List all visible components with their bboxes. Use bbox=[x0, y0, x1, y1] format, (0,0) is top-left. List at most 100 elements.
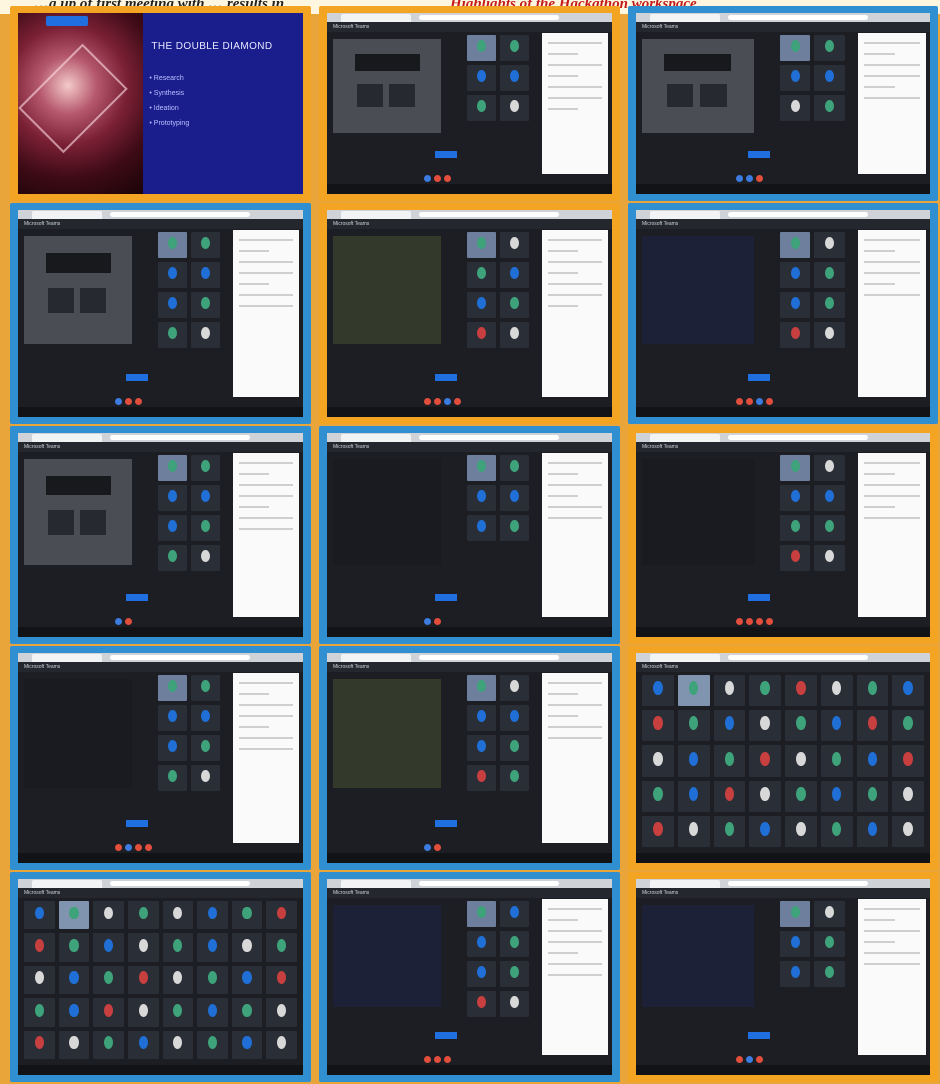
participant-tile[interactable] bbox=[190, 262, 221, 288]
participant-tile[interactable] bbox=[197, 998, 228, 1027]
address-bar[interactable] bbox=[728, 881, 868, 886]
leave-button[interactable] bbox=[134, 398, 142, 405]
leave-button[interactable] bbox=[765, 398, 773, 405]
participant-tile[interactable] bbox=[499, 515, 530, 541]
participant-tile[interactable] bbox=[499, 232, 530, 258]
participant-tile[interactable] bbox=[190, 675, 221, 701]
camera-button[interactable] bbox=[423, 398, 431, 405]
participant-tile[interactable] bbox=[642, 780, 674, 812]
participant-tile[interactable] bbox=[499, 961, 530, 987]
camera-button[interactable] bbox=[423, 1056, 431, 1063]
participant-tile[interactable] bbox=[856, 745, 889, 777]
participant-tile[interactable] bbox=[892, 745, 924, 777]
browser-tab[interactable] bbox=[650, 654, 720, 662]
participant-tile[interactable] bbox=[713, 745, 746, 777]
participant-tile[interactable] bbox=[157, 705, 187, 731]
participant-tile[interactable] bbox=[197, 965, 228, 995]
participant-tile[interactable] bbox=[466, 262, 496, 288]
participant-tile[interactable] bbox=[127, 965, 159, 995]
participant-tile[interactable] bbox=[856, 675, 889, 707]
participant-tile[interactable] bbox=[499, 485, 530, 511]
participant-tile[interactable] bbox=[190, 485, 221, 511]
stop-sharing-button[interactable] bbox=[435, 374, 458, 381]
browser-tab[interactable] bbox=[650, 211, 720, 219]
participant-tile[interactable] bbox=[466, 705, 496, 731]
browser-tab[interactable] bbox=[32, 880, 102, 888]
participant-tile[interactable] bbox=[814, 961, 845, 987]
participant-tile[interactable] bbox=[190, 735, 221, 761]
participant-tile[interactable] bbox=[499, 675, 530, 701]
participant-tile[interactable] bbox=[231, 1030, 263, 1059]
browser-tab[interactable] bbox=[341, 434, 411, 442]
participant-tile[interactable] bbox=[466, 232, 496, 258]
participant-tile[interactable] bbox=[157, 455, 187, 481]
participant-tile[interactable] bbox=[466, 515, 496, 541]
participant-tile[interactable] bbox=[162, 965, 194, 995]
participant-tile[interactable] bbox=[856, 815, 889, 847]
mic-button[interactable] bbox=[433, 1056, 441, 1063]
leave-button[interactable] bbox=[453, 398, 461, 405]
participant-tile[interactable] bbox=[466, 292, 496, 318]
participant-tile[interactable] bbox=[814, 35, 845, 61]
participant-tile[interactable] bbox=[785, 815, 817, 847]
participant-tile[interactable] bbox=[642, 675, 674, 707]
participant-tile[interactable] bbox=[780, 545, 811, 571]
participant-tile[interactable] bbox=[157, 675, 187, 701]
participant-tile[interactable] bbox=[466, 485, 496, 511]
mic-button[interactable] bbox=[433, 844, 441, 851]
participant-tile[interactable] bbox=[231, 901, 263, 930]
address-bar[interactable] bbox=[419, 881, 559, 886]
participant-tile[interactable] bbox=[713, 675, 746, 707]
participant-tile[interactable] bbox=[499, 35, 530, 61]
participant-tile[interactable] bbox=[162, 901, 194, 930]
browser-tab[interactable] bbox=[341, 14, 411, 22]
participant-tile[interactable] bbox=[266, 965, 297, 995]
participant-tile[interactable] bbox=[58, 901, 90, 930]
participant-tile[interactable] bbox=[24, 933, 55, 962]
participant-tile[interactable] bbox=[466, 322, 496, 348]
participant-tile[interactable] bbox=[127, 1030, 159, 1059]
participant-tile[interactable] bbox=[499, 322, 530, 348]
stop-sharing-button[interactable] bbox=[747, 151, 770, 158]
participant-tile[interactable] bbox=[58, 965, 90, 995]
participant-tile[interactable] bbox=[785, 745, 817, 777]
participant-tile[interactable] bbox=[814, 322, 845, 348]
mic-button[interactable] bbox=[124, 618, 132, 625]
participant-tile[interactable] bbox=[780, 515, 811, 541]
stop-sharing-button[interactable] bbox=[747, 1032, 770, 1039]
participant-tile[interactable] bbox=[466, 95, 496, 121]
participant-tile[interactable] bbox=[713, 710, 746, 742]
participant-tile[interactable] bbox=[780, 455, 811, 481]
stop-sharing-button[interactable] bbox=[126, 594, 149, 601]
participant-tile[interactable] bbox=[780, 901, 811, 927]
participant-tile[interactable] bbox=[157, 515, 187, 541]
participant-tile[interactable] bbox=[24, 965, 55, 995]
participant-tile[interactable] bbox=[466, 901, 496, 927]
participant-tile[interactable] bbox=[162, 1030, 194, 1059]
participant-tile[interactable] bbox=[466, 65, 496, 91]
camera-button[interactable] bbox=[423, 175, 431, 182]
leave-button[interactable] bbox=[443, 1056, 451, 1063]
leave-button[interactable] bbox=[755, 175, 763, 182]
address-bar[interactable] bbox=[419, 655, 559, 660]
participant-tile[interactable] bbox=[814, 65, 845, 91]
mic-button[interactable] bbox=[124, 398, 132, 405]
mic-button[interactable] bbox=[745, 618, 753, 625]
mic-button[interactable] bbox=[433, 175, 441, 182]
camera-button[interactable] bbox=[735, 398, 743, 405]
participant-tile[interactable] bbox=[499, 765, 530, 791]
address-bar[interactable] bbox=[728, 15, 868, 20]
participant-tile[interactable] bbox=[814, 95, 845, 121]
participant-tile[interactable] bbox=[190, 232, 221, 258]
participant-tile[interactable] bbox=[814, 292, 845, 318]
participant-tile[interactable] bbox=[24, 901, 55, 930]
participant-tile[interactable] bbox=[157, 292, 187, 318]
participant-tile[interactable] bbox=[499, 455, 530, 481]
mic-button[interactable] bbox=[433, 398, 441, 405]
participant-tile[interactable] bbox=[93, 1030, 124, 1059]
participant-tile[interactable] bbox=[780, 95, 811, 121]
participant-tile[interactable] bbox=[856, 780, 889, 812]
participant-tile[interactable] bbox=[814, 485, 845, 511]
participant-tile[interactable] bbox=[780, 931, 811, 957]
camera-button[interactable] bbox=[423, 844, 431, 851]
